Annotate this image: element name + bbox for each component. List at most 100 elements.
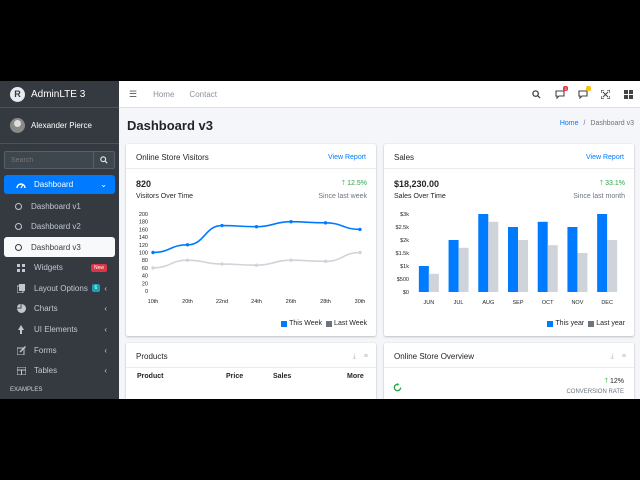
sidebar-item-label: Dashboard v2 [31, 222, 81, 232]
brand-logo: R [10, 86, 25, 102]
products-card: Products ⤓ ≡ Product Price Sales More [126, 343, 376, 399]
card-title: Online Store Visitors [136, 153, 209, 162]
chevron-left-icon: ‹ [104, 283, 107, 293]
nav-link-home[interactable]: Home [153, 90, 174, 99]
sales-bar-chart: $0 $500 $1k $1.5k $2k $2.5k $3k JUN JUL AUG SEP OCT… [396, 212, 618, 306]
download-icon[interactable]: ⤓ [611, 353, 614, 361]
column-header: Sales [273, 373, 292, 380]
change-value: 33.1% [605, 180, 625, 187]
notifications-button[interactable]: 15 [571, 85, 594, 99]
data-point [151, 250, 155, 255]
change-value: 12.5% [347, 180, 367, 187]
sidebar-item-layout-options[interactable]: Layout Options 6 ‹ [4, 278, 115, 298]
count-badge: 6 [91, 284, 101, 293]
legend-item: Last Week [326, 320, 367, 327]
bell-icon [577, 89, 588, 99]
sidebar-item-ui-elements[interactable]: UI Elements ‹ [4, 320, 115, 340]
legend-item: This year [547, 320, 584, 327]
breadcrumb-home[interactable]: Home [560, 120, 579, 127]
visitors-label: Visitors Over Time [136, 193, 194, 200]
legend-swatch [326, 320, 333, 327]
sidebar-item-label: UI Elements [34, 325, 78, 335]
sidebar-item-label: Layout Options [34, 283, 88, 293]
visitors-count: 820 [136, 179, 152, 189]
brand-link[interactable]: R AdminLTE 3 [0, 81, 119, 108]
view-report-link[interactable]: View Report [586, 154, 624, 161]
x-tick-label: DEC [601, 300, 613, 306]
user-name: Alexander Pierce [31, 121, 92, 130]
th-large-icon [624, 89, 633, 99]
card-divider [384, 168, 634, 169]
chart-legend: This Week Last Week [277, 320, 367, 327]
visitors-card: Online Store Visitors View Report 820 Vi… [126, 144, 376, 336]
sidebar-search [4, 151, 115, 169]
messages-button[interactable]: 3 [548, 85, 571, 99]
bars-icon[interactable]: ≡ [364, 353, 368, 361]
sidebar-item-dashboard[interactable]: Dashboard ⌄ [4, 175, 115, 194]
bar [458, 247, 469, 292]
sidebar-item-forms[interactable]: Forms ‹ [4, 340, 115, 360]
card-title: Products [136, 352, 168, 361]
view-report-link[interactable]: View Report [328, 154, 366, 161]
data-point [358, 250, 362, 255]
sidebar-item-label: Tables [34, 366, 58, 376]
y-tick-label: 140 [139, 235, 148, 241]
x-tick-label: SEP [512, 300, 523, 306]
arrow-up-icon: 🡑 [604, 378, 609, 385]
change-percent: 🡑 33.1% [600, 179, 625, 190]
data-point [323, 221, 328, 225]
overview-card: Online Store Overview ⤓ ≡ 🡑 12% CONVERSI… [384, 343, 634, 399]
card-title: Online Store Overview [394, 352, 475, 361]
chevron-left-icon: ‹ [104, 325, 107, 335]
sidebar-item-dashboard-v1[interactable]: Dashboard v1 [4, 196, 115, 216]
sidebar-item-label: Charts [34, 304, 58, 314]
since-label: Since last month [573, 193, 625, 200]
data-point [185, 243, 190, 247]
search-input[interactable] [4, 151, 93, 169]
control-sidebar-button[interactable] [617, 89, 640, 99]
sidebar-item-label: Dashboard [34, 180, 74, 189]
x-tick-label: NOV [571, 300, 583, 306]
sidebar-item-charts[interactable]: Charts ‹ [4, 299, 115, 319]
data-point [254, 225, 259, 229]
menu-toggle-icon[interactable]: ☰ [129, 89, 137, 100]
conversion-percent: 🡑 12% [604, 377, 624, 388]
column-header: More [347, 373, 364, 380]
legend-label: Last Week [334, 320, 367, 327]
data-point [289, 258, 293, 262]
bars-icon[interactable]: ≡ [622, 353, 626, 361]
bar [488, 221, 499, 292]
app-window: R AdminLTE 3 Alexander Pierce Dashboard … [0, 81, 640, 399]
bar [597, 214, 608, 292]
sales-card: Sales View Report $18,230.00 Sales Over … [384, 144, 634, 336]
chevron-left-icon: ‹ [104, 304, 107, 314]
y-tick-label: 60 [142, 266, 148, 272]
x-tick-label: 30th [355, 299, 366, 305]
x-tick-label: JUL [454, 300, 464, 306]
x-tick-label: 24th [251, 299, 262, 305]
search-button[interactable] [93, 151, 115, 169]
new-badge: New [90, 263, 107, 272]
y-tick-label: 20 [142, 281, 148, 287]
nav-link-contact[interactable]: Contact [189, 90, 217, 99]
fullscreen-button[interactable] [594, 89, 617, 99]
bar [577, 253, 588, 292]
sidebar-item-widgets[interactable]: Widgets New [4, 258, 115, 278]
card-divider [384, 367, 634, 368]
y-tick-label: 160 [139, 227, 148, 233]
arrow-up-icon: 🡑 [341, 180, 346, 187]
sidebar-item-dashboard-v3[interactable]: Dashboard v3 [4, 237, 115, 258]
user-panel[interactable]: Alexander Pierce [0, 108, 119, 144]
visitors-line-chart: 02040608010012014016018020010th 20th 22nd 2… [139, 212, 366, 305]
legend-label: This year [555, 320, 585, 327]
sidebar-item-tables[interactable]: Tables ‹ [4, 361, 115, 381]
brand-name: AdminLTE 3 [31, 88, 86, 100]
data-point [151, 266, 155, 270]
bar [518, 240, 528, 292]
sidebar-item-dashboard-v2[interactable]: Dashboard v2 [4, 217, 115, 237]
messages-badge: 3 [563, 85, 568, 91]
download-icon[interactable]: ⤓ [353, 353, 356, 361]
navbar-search-button[interactable] [525, 89, 548, 99]
breadcrumb-separator: / [583, 120, 586, 127]
edit-icon [16, 345, 26, 355]
